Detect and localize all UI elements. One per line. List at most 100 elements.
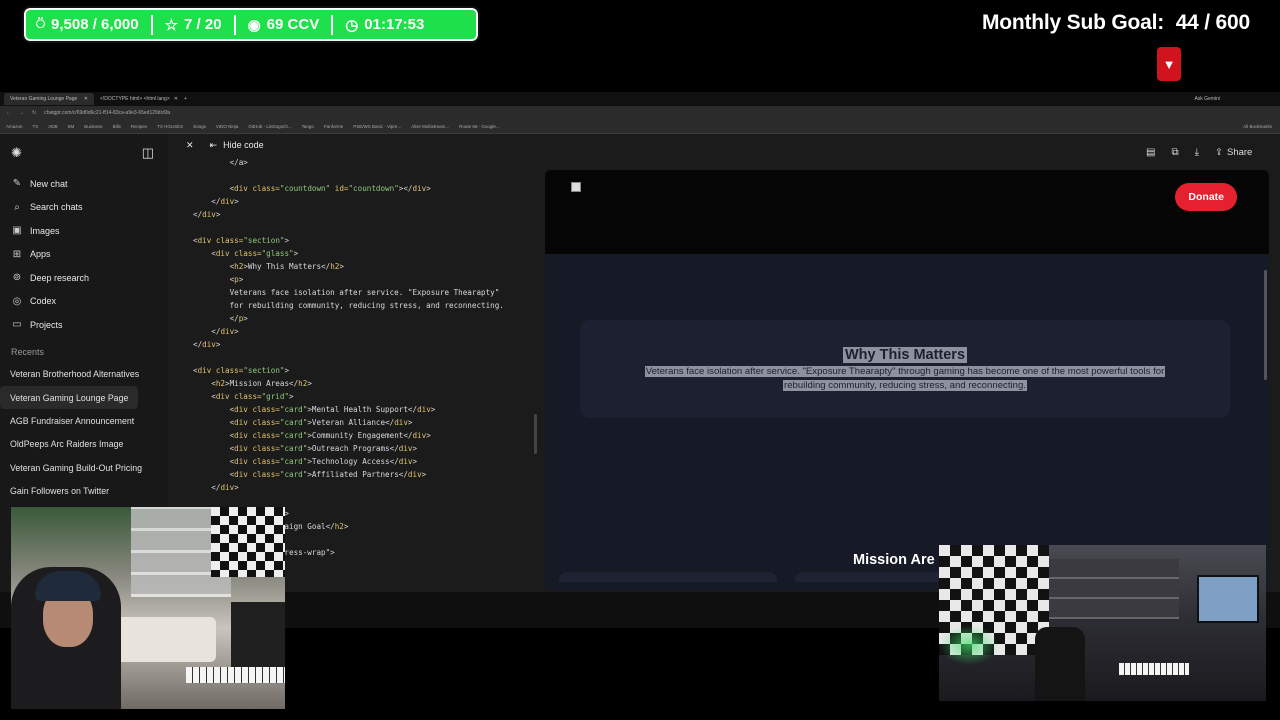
bookmark-item[interactable]: ADB: [48, 124, 57, 129]
viewer-count-stat: ◉ 69 CCV: [248, 16, 320, 34]
sidebar-item-apps[interactable]: ⊞ Apps: [0, 243, 168, 267]
sidebar-item-label: Images: [30, 225, 60, 236]
preview-site-header: Donate: [545, 170, 1269, 254]
bookmark-item[interactable]: VIDO Ninja: [216, 124, 239, 129]
sidebar-item-projects[interactable]: ▭ Projects: [0, 313, 168, 337]
stream-stats-bar: ⍥ 9,508 / 6,000 ☆ 7 / 20 ◉ 69 CCV ◷ 01:1…: [22, 6, 480, 43]
streamer-cap: [35, 571, 101, 601]
hide-code-label: Hide code: [223, 140, 264, 150]
url-field[interactable]: chatgpt.com/c/69d0d6c21-ff14-83ca-a9e3-6…: [44, 110, 170, 116]
keyboard-piano: [1119, 663, 1189, 675]
ask-gemini-button[interactable]: Ask Gemini: [1194, 96, 1220, 102]
sidebar-item-label: Search chats: [30, 202, 83, 213]
uptime-stat: ◷ 01:17:53: [345, 16, 424, 34]
bookmark-item[interactable]: Fanforme: [324, 124, 343, 129]
image-icon: ▣: [12, 225, 22, 237]
code-scrollbar[interactable]: [534, 414, 537, 454]
bookmark-item[interactable]: PSE/WS Basic - Vipre...: [353, 124, 401, 129]
award-icon: ⍥: [36, 16, 46, 33]
sidebar-item-codex[interactable]: ◎ Codex: [0, 290, 168, 314]
bookmark-item[interactable]: Alive Multistream...: [411, 124, 449, 129]
sidebar-item-label: New chat: [30, 178, 68, 189]
new-tab-icon[interactable]: +: [184, 96, 187, 102]
share-label: Share: [1226, 147, 1253, 158]
bookmark-item[interactable]: Business: [84, 124, 102, 129]
viewer-count-value: 69 CCV: [266, 16, 320, 33]
preview-scrollbar[interactable]: [1264, 270, 1267, 380]
tab-veteran-gaming-lounge[interactable]: Veteran Gaming Lounge Page ✕: [4, 93, 94, 105]
sidebar-toggle-icon[interactable]: ◫: [142, 145, 154, 161]
bookmark-item[interactable]: TX: [33, 124, 39, 129]
preview-toolbar: ▤ ⧉ ⤓ ⇪ Share: [1146, 147, 1252, 158]
recent-chat-item[interactable]: OldPeeps Arc Raiders Image: [0, 433, 168, 456]
tab-doctype-html[interactable]: <!DOCTYPE html> <html lang> ✕: [94, 93, 184, 105]
follower-goal-stat: ⍥ 9,508 / 6,000: [36, 16, 139, 33]
recent-chat-item[interactable]: AGB Fundraiser Announcement: [0, 409, 168, 432]
recent-chat-item[interactable]: Veteran Brotherhood Alternatives: [0, 363, 168, 386]
sidebar-item-label: Projects: [30, 319, 63, 330]
room-webcam: [939, 545, 1266, 701]
download-icon[interactable]: ⤓: [1195, 147, 1199, 158]
bookmark-item[interactable]: Recipes: [131, 124, 147, 129]
bookmark-item[interactable]: TX HOUSES: [157, 124, 183, 129]
bookmark-item[interactable]: GitHub - LinDogo/O...: [248, 124, 291, 129]
mission-card: [559, 572, 777, 582]
copy-icon[interactable]: ⧉: [1171, 147, 1178, 158]
keyboard-piano: [186, 667, 285, 683]
close-icon[interactable]: ✕: [174, 96, 178, 102]
sidebar-header: ✺ ◫: [0, 134, 168, 172]
broken-image-icon: [571, 182, 581, 192]
gaming-chair: [1035, 627, 1085, 701]
recent-chat-item[interactable]: Gain Followers on Twitter: [0, 479, 168, 502]
html-preview-panel: Donate Why This Matters Veterans face is…: [545, 170, 1269, 590]
sidebar-item-deep-research[interactable]: ⊚ Deep research: [0, 266, 168, 290]
back-icon[interactable]: ←: [6, 110, 11, 116]
bookmark-item[interactable]: Tango: [302, 124, 314, 129]
recent-chat-item[interactable]: Veteran Gaming Build-Out Pricing: [0, 456, 168, 479]
stat-divider: [331, 14, 334, 35]
sidebar-item-search-chats[interactable]: ⌕ Search chats: [0, 196, 168, 220]
preview-icon[interactable]: ▤: [1146, 147, 1155, 158]
close-icon[interactable]: ✕: [84, 96, 88, 102]
openai-logo-icon[interactable]: ✺: [11, 145, 22, 161]
tab-label: <!DOCTYPE html> <html lang>: [100, 96, 170, 102]
background-shelves: [1049, 559, 1179, 619]
code-editor[interactable]: </a> <div class="countdown" id="countdow…: [168, 156, 545, 559]
bookmark-item[interactable]: Bills: [113, 124, 121, 129]
tab-label: Veteran Gaming Lounge Page: [10, 96, 78, 102]
reload-icon[interactable]: ↻: [32, 110, 36, 116]
tab-strip: Veteran Gaming Lounge Page ✕ <!DOCTYPE h…: [0, 92, 1280, 106]
streamer-webcam: [11, 507, 285, 709]
recents-heading: Recents: [11, 346, 45, 357]
stat-divider: [150, 14, 153, 35]
donate-button[interactable]: Donate: [1175, 183, 1237, 211]
checkered-wall: [211, 507, 285, 577]
chevron-down-icon: ▼: [1157, 47, 1181, 81]
star-goal-stat: ☆ 7 / 20: [165, 16, 222, 34]
sub-goal-label: Monthly Sub Goal:: [981, 11, 1165, 34]
why-this-matters-card: Why This Matters Veterans face isolation…: [580, 320, 1230, 418]
hide-code-button[interactable]: ⇤ Hide code: [210, 140, 264, 151]
forward-icon[interactable]: →: [19, 110, 24, 116]
eye-icon: ◉: [247, 16, 261, 34]
star-icon: ☆: [164, 16, 179, 34]
sidebar-item-new-chat[interactable]: ✎ New chat: [0, 172, 168, 196]
apps-icon: ⊞: [12, 248, 22, 260]
codex-icon: ◎: [12, 295, 22, 307]
collapse-left-icon: ⇤: [209, 139, 218, 150]
timer-icon: ◷: [345, 16, 359, 34]
folder-icon: ▭: [12, 319, 22, 331]
background-sofa: [106, 617, 216, 662]
bookmarks-bar: Amazon TX ADB SM Business Bills Recipes …: [0, 120, 1280, 134]
close-icon[interactable]: ✕: [186, 140, 194, 151]
bookmark-item[interactable]: Songs: [193, 124, 206, 129]
bookmark-item[interactable]: Amazon: [6, 124, 23, 129]
bookmark-item[interactable]: Route 66 - Google...: [459, 124, 500, 129]
sub-goal-value: 44 / 600: [1175, 11, 1251, 34]
all-bookmarks[interactable]: All Bookmarks: [1243, 124, 1272, 129]
bookmark-item[interactable]: SM: [68, 124, 75, 129]
sidebar-item-images[interactable]: ▣ Images: [0, 219, 168, 243]
why-this-matters-text: Veterans face isolation after service. "…: [580, 365, 1230, 393]
recent-chat-item-active[interactable]: Veteran Gaming Lounge Page: [0, 385, 138, 410]
share-button[interactable]: ⇪ Share: [1215, 147, 1252, 158]
